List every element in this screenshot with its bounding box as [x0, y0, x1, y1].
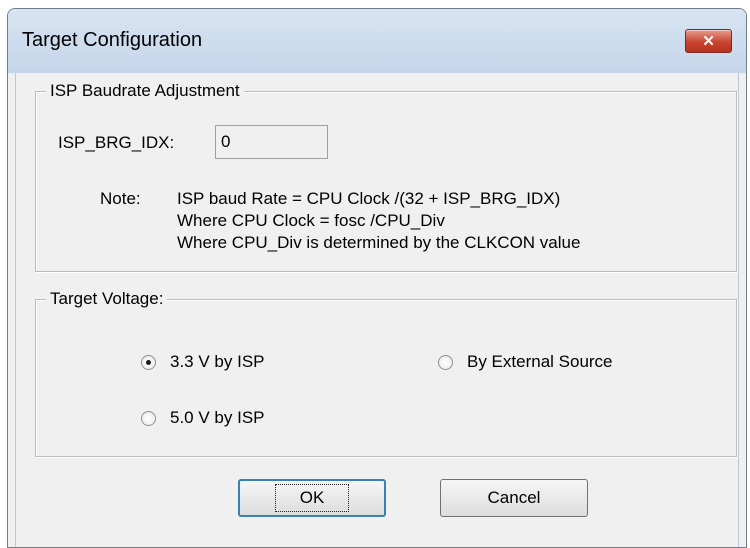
radio-dot-icon: [146, 359, 151, 365]
cancel-button[interactable]: Cancel: [440, 479, 588, 517]
baudrate-group: ISP Baudrate Adjustment ISP_BRG_IDX: Not…: [35, 81, 737, 272]
ok-button[interactable]: OK: [238, 479, 386, 517]
close-button[interactable]: ✕: [685, 29, 732, 53]
radio-selected-icon: [141, 354, 156, 370]
target-voltage-legend: Target Voltage:: [46, 289, 168, 309]
baudrate-group-legend: ISP Baudrate Adjustment: [46, 81, 244, 101]
isp-brg-idx-label: ISP_BRG_IDX:: [58, 133, 175, 152]
isp-brg-idx-input[interactable]: [215, 125, 328, 159]
radio-5v0-label: 5.0 V by ISP: [170, 408, 265, 427]
radio-unselected-icon: [141, 410, 156, 426]
title-bar[interactable]: Target Configuration ✕: [8, 9, 746, 73]
target-configuration-dialog: Target Configuration ✕ ISP Baudrate Adju…: [7, 8, 747, 548]
radio-unselected-icon: [438, 354, 453, 370]
ok-button-label: OK: [274, 484, 350, 512]
target-voltage-group: Target Voltage: 3.3 V by ISP By External…: [35, 289, 737, 457]
radio-5v0-isp[interactable]: 5.0 V by ISP: [141, 408, 265, 428]
note-line-1: ISP baud Rate = CPU Clock /(32 + ISP_BRG…: [177, 189, 561, 208]
dialog-client-area: ISP Baudrate Adjustment ISP_BRG_IDX: Not…: [15, 73, 739, 547]
radio-3v3-isp[interactable]: 3.3 V by ISP: [141, 352, 265, 372]
radio-external-label: By External Source: [467, 352, 613, 371]
note-label: Note:: [100, 189, 141, 208]
cancel-button-label: Cancel: [487, 488, 541, 507]
radio-3v3-label: 3.3 V by ISP: [170, 352, 265, 371]
note-line-2: Where CPU Clock = fosc /CPU_Div: [177, 211, 445, 230]
window-title: Target Configuration: [22, 29, 203, 51]
close-icon: ✕: [702, 33, 715, 50]
note-line-3: Where CPU_Div is determined by the CLKCO…: [177, 233, 581, 252]
radio-external-source[interactable]: By External Source: [438, 352, 613, 372]
